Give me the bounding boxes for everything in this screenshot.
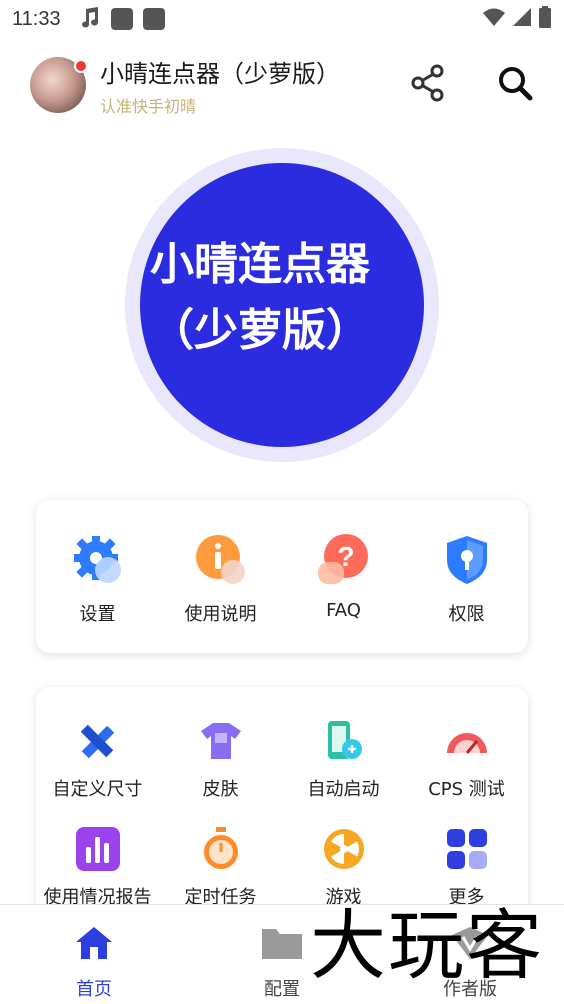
menu-item-settings[interactable]: 设置: [36, 500, 159, 626]
menu-item-auto-start[interactable]: 自动启动: [282, 687, 405, 800]
app-subtitle: 认准快手初晴: [100, 96, 197, 116]
start-button-line2: （少萝版）: [150, 305, 370, 356]
grid-icon: [445, 827, 489, 871]
menu-item-label: 权限: [448, 604, 485, 625]
menu-item-scheduled-task[interactable]: 定时任务: [159, 795, 282, 908]
music-note-icon: [79, 5, 101, 33]
start-button-label: 小晴连点器 （少萝版）: [120, 232, 400, 364]
start-button-line1: 小晴连点器: [150, 239, 370, 290]
nav-label: 首页: [76, 979, 112, 1000]
home-icon: [74, 925, 114, 965]
menu-item-label: 使用说明: [184, 604, 257, 625]
notification-badge: [74, 59, 88, 73]
menu-item-usage-report[interactable]: 使用情况报告: [36, 795, 159, 908]
nav-home[interactable]: 首页: [0, 905, 188, 1004]
quick-menu-card: 设置 使用说明 ? FAQ 权限: [36, 500, 528, 653]
wifi-icon: [482, 7, 506, 31]
avatar[interactable]: [30, 57, 88, 113]
signal-icon: [512, 7, 532, 31]
status-bar: 11:33: [0, 0, 564, 38]
tshirt-icon: [199, 719, 243, 763]
notification-icon: [110, 8, 133, 30]
menu-item-custom-size[interactable]: 自定义尺寸: [36, 687, 159, 800]
menu-item-games[interactable]: 游戏: [282, 795, 405, 908]
menu-item-instructions[interactable]: 使用说明: [159, 500, 282, 626]
watermark: 大玩客: [310, 901, 544, 990]
phone-link-icon: [322, 719, 366, 763]
app-title: 小晴连点器（少萝版）: [100, 59, 340, 88]
nav-label: 配置: [264, 979, 300, 1000]
ruler-pencil-icon: [76, 719, 120, 763]
bar-chart-icon: [75, 827, 120, 871]
status-time: 11:33: [12, 7, 61, 30]
menu-item-permissions[interactable]: 权限: [405, 500, 528, 626]
shield-icon: [441, 534, 493, 586]
battery-icon: [538, 6, 552, 32]
menu-item-cps-test[interactable]: CPS 测试: [405, 687, 528, 800]
menu-item-label: FAQ: [326, 600, 361, 621]
menu-item-skin[interactable]: 皮肤: [159, 687, 282, 800]
gear-icon: [72, 534, 124, 586]
share-icon[interactable]: [410, 63, 446, 107]
speedometer-icon: [445, 719, 489, 763]
info-icon: [195, 534, 247, 586]
wheel-icon: [322, 827, 366, 871]
app-header: 小晴连点器（少萝版） 认准快手初晴: [0, 50, 564, 120]
notification-icon-2: [142, 8, 165, 30]
menu-item-faq[interactable]: ? FAQ: [282, 500, 405, 626]
question-icon: ?: [317, 534, 370, 586]
search-icon[interactable]: [496, 64, 534, 106]
menu-item-more[interactable]: 更多: [405, 795, 528, 908]
tools-card: 自定义尺寸 皮肤 自动启动 CPS 测试 使用情况报告 定时任务 游戏 更多: [36, 687, 528, 927]
menu-item-label: 设置: [79, 604, 116, 625]
stopwatch-icon: [199, 827, 243, 871]
folder-icon: [260, 925, 304, 965]
